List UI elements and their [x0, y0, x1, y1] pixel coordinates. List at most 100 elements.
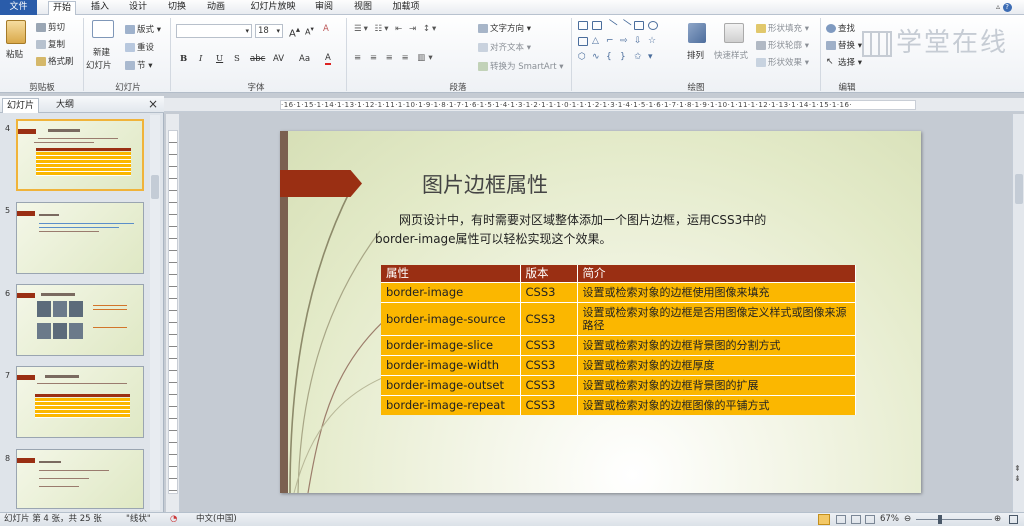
zoom-slider-thumb[interactable]: [938, 515, 942, 524]
section-button[interactable]: 节 ▾: [125, 59, 152, 71]
brace-right-shape-icon[interactable]: }: [620, 53, 630, 62]
zoom-in-icon[interactable]: ⊕: [994, 513, 1001, 526]
new-slide-button[interactable]: 新建: [93, 46, 110, 58]
theme-status[interactable]: "线状": [126, 513, 151, 526]
tab-slideshow[interactable]: 幻灯片放映: [244, 1, 302, 15]
thumbnails-scrollbar[interactable]: [150, 115, 160, 510]
more-shapes-icon[interactable]: ▾: [648, 53, 658, 62]
slide-thumbnail-7[interactable]: [16, 366, 144, 438]
bold-button[interactable]: B: [180, 54, 187, 64]
slideshow-view-icon[interactable]: [865, 515, 875, 524]
slide-thumbnail-5[interactable]: [16, 202, 144, 274]
zoom-out-icon[interactable]: ⊖: [904, 513, 911, 526]
zoom-level[interactable]: 67%: [880, 513, 899, 526]
new-slide-icon[interactable]: [92, 20, 114, 38]
tab-file[interactable]: 文件: [0, 0, 37, 15]
fit-to-window-icon[interactable]: [1009, 515, 1018, 524]
close-panel-icon[interactable]: ×: [148, 97, 158, 111]
triangle-shape-icon[interactable]: △: [592, 37, 602, 46]
italic-button[interactable]: I: [199, 54, 202, 64]
reading-view-icon[interactable]: [851, 515, 861, 524]
elbow-connector-shape-icon[interactable]: ⌐: [606, 37, 616, 46]
spellcheck-icon[interactable]: ◔: [170, 513, 177, 526]
strikethrough-button[interactable]: abc: [250, 54, 265, 64]
slide-count-status[interactable]: 幻灯片 第 4 张，共 25 张: [4, 513, 102, 526]
reset-button[interactable]: 重设: [125, 41, 154, 53]
format-painter-button[interactable]: 格式刷: [36, 55, 74, 67]
rectangle-shape-icon[interactable]: [634, 21, 644, 30]
slide-canvas[interactable]: 图片边框属性 网页设计中，有时需要对区域整体添加一个图片边框，运用CSS3中的 …: [280, 131, 921, 493]
arrange-button[interactable]: 排列: [687, 49, 704, 61]
arrow-shape-icon[interactable]: [618, 18, 632, 33]
right-arrow-shape-icon[interactable]: ⇨: [620, 37, 630, 46]
rounded-rect-shape-icon[interactable]: [578, 37, 588, 46]
font-color-button[interactable]: A: [325, 53, 331, 65]
tab-animations[interactable]: 动画: [202, 1, 230, 15]
slide-sorter-icon[interactable]: [836, 515, 846, 524]
select-button[interactable]: ↖ 选择 ▾: [826, 56, 862, 69]
font-size-combo[interactable]: 18 ▾: [255, 24, 283, 38]
arrange-icon[interactable]: [688, 23, 706, 43]
tab-review[interactable]: 审阅: [310, 1, 338, 15]
align-buttons[interactable]: ≡ ≡ ≡ ≡ ▥▾: [354, 53, 436, 63]
quick-styles-icon[interactable]: [724, 23, 744, 43]
tab-addins[interactable]: 加载项: [387, 1, 425, 15]
paste-button[interactable]: 粘贴: [6, 48, 23, 60]
tab-transitions[interactable]: 切换: [163, 1, 191, 15]
line-shape-icon[interactable]: [604, 18, 618, 33]
curve-shape-icon[interactable]: ∿: [592, 53, 602, 62]
normal-view-icon[interactable]: [818, 514, 830, 525]
find-button[interactable]: 查找: [826, 22, 855, 34]
slide-thumbnail-6[interactable]: [16, 284, 144, 356]
clear-format-button[interactable]: A: [323, 24, 329, 34]
change-case-button[interactable]: Aa: [299, 54, 310, 64]
shadow-button[interactable]: S: [234, 54, 240, 64]
tab-design[interactable]: 设计: [124, 1, 152, 15]
scroll-thumb[interactable]: [1015, 174, 1023, 204]
minimize-ribbon-icon[interactable]: ▵: [996, 2, 1000, 11]
quick-styles-button[interactable]: 快速样式: [714, 49, 748, 61]
slide-thumbnail-4[interactable]: [16, 119, 144, 191]
help-icon[interactable]: ?: [1002, 3, 1012, 12]
font-name-combo[interactable]: ▾: [176, 24, 252, 38]
new-slide-dropdown[interactable]: 幻灯片: [86, 59, 112, 71]
slide-thumbnail-8[interactable]: [16, 449, 144, 509]
list-buttons[interactable]: ☰▾ ☷▾ ⇤ ⇥ ↕▾: [354, 24, 438, 34]
replace-button[interactable]: 替换 ▾: [826, 39, 862, 51]
cut-button[interactable]: 剪切: [36, 21, 65, 33]
underline-button[interactable]: U: [216, 54, 223, 64]
slide-scrollbar[interactable]: ⇞ ⇟: [1012, 114, 1024, 512]
vertical-textbox-shape-icon[interactable]: [592, 21, 602, 30]
grow-font-button[interactable]: A▴: [289, 24, 300, 39]
tab-outline[interactable]: 大纲: [52, 98, 78, 113]
paste-icon[interactable]: [6, 20, 26, 44]
oval-shape-icon[interactable]: [648, 21, 658, 30]
down-arrow-shape-icon[interactable]: ⇩: [634, 37, 644, 46]
brace-shape-icon[interactable]: {: [606, 53, 616, 62]
prev-next-slide-icons[interactable]: ⇞ ⇟: [1014, 464, 1021, 484]
copy-button[interactable]: 复制: [36, 38, 65, 50]
slide-title[interactable]: 图片边框属性: [422, 169, 548, 199]
tab-home[interactable]: 开始: [48, 1, 76, 15]
star-small-shape-icon[interactable]: ✩: [634, 53, 644, 62]
smartart-button[interactable]: 转换为 SmartArt ▾: [478, 60, 564, 72]
hexagon-shape-icon[interactable]: ⬡: [578, 53, 588, 62]
text-direction-button[interactable]: 文字方向 ▾: [478, 22, 531, 34]
char-spacing-button[interactable]: AV: [273, 54, 284, 64]
tab-view[interactable]: 视图: [349, 1, 377, 15]
tab-insert[interactable]: 插入: [86, 1, 114, 15]
tab-slides[interactable]: 幻灯片: [2, 98, 40, 113]
layout-button[interactable]: 版式 ▾: [125, 23, 161, 35]
shapes-gallery[interactable]: △ ⌐ ⇨ ⇩ ☆ ⬡ ∿ { } ✩ ▾: [578, 18, 674, 77]
shape-outline-button[interactable]: 形状轮廓 ▾: [756, 39, 809, 51]
align-text-button[interactable]: 对齐文本 ▾: [478, 41, 531, 53]
shape-effects-button[interactable]: 形状效果 ▾: [756, 56, 809, 68]
shrink-font-button[interactable]: A▾: [305, 25, 314, 37]
language-status[interactable]: 中文(中国): [196, 513, 237, 526]
properties-table[interactable]: 属性 版本 简介 border-image CSS3 设置或检索对象的边框使用图…: [381, 265, 856, 415]
star-shape-icon[interactable]: ☆: [648, 37, 658, 46]
zoom-slider-track[interactable]: [916, 519, 992, 520]
slide-body-text[interactable]: 网页设计中，有时需要对区域整体添加一个图片边框，运用CSS3中的 border-…: [375, 211, 835, 249]
scroll-thumb[interactable]: [151, 175, 159, 199]
textbox-shape-icon[interactable]: [578, 21, 588, 30]
